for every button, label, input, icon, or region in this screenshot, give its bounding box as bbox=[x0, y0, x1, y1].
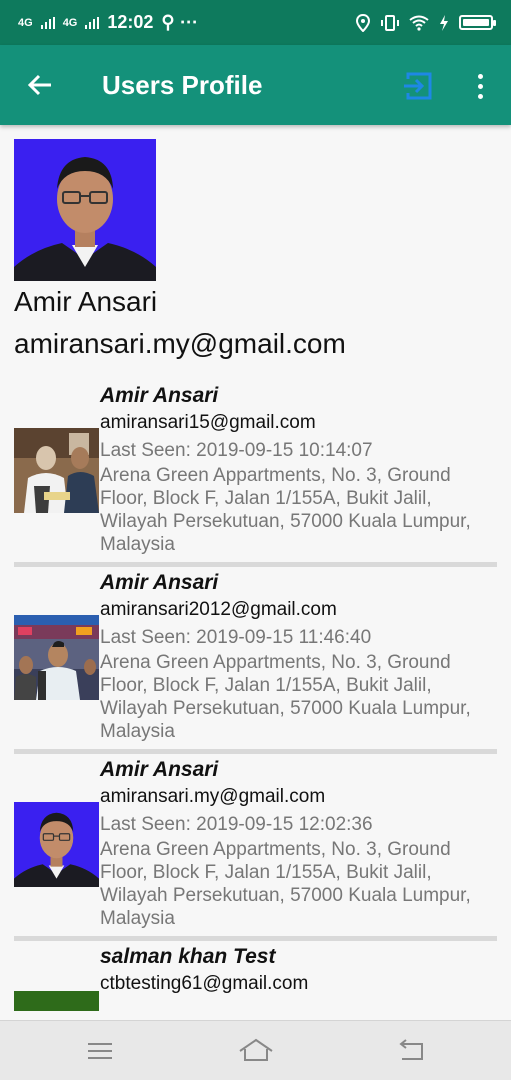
logout-icon bbox=[404, 72, 432, 100]
user-photo bbox=[14, 615, 99, 700]
signal-icon-2 bbox=[85, 16, 100, 29]
user-photo bbox=[14, 991, 99, 1011]
last-seen: Last Seen: 2019-09-15 10:14:07 bbox=[100, 440, 373, 461]
status-extra: ⚲ ⋯ bbox=[161, 12, 198, 32]
menu-icon bbox=[88, 1043, 112, 1059]
home-button[interactable] bbox=[236, 1035, 276, 1067]
list-item[interactable]: Amir Ansari amiransari2012@gmail.com Las… bbox=[14, 567, 497, 754]
menu-button[interactable] bbox=[80, 1035, 120, 1067]
list-item[interactable]: Amir Ansari amiransari15@gmail.com Last … bbox=[14, 380, 497, 567]
clock: 12:02 bbox=[107, 12, 154, 32]
user-photo bbox=[14, 802, 99, 887]
list-item[interactable]: Amir Ansari amiransari.my@gmail.com Last… bbox=[14, 754, 497, 941]
user-address: Arena Green Appartments, No. 3, Ground F… bbox=[100, 839, 471, 929]
profile-name: Amir Ansari bbox=[14, 286, 158, 317]
user-address: Arena Green Appartments, No. 3, Ground F… bbox=[100, 652, 471, 742]
back-nav-button[interactable] bbox=[390, 1035, 430, 1067]
more-options-button[interactable] bbox=[465, 69, 495, 103]
status-bar: 4G 4G 12:02 ⚲ ⋯ bbox=[0, 0, 511, 45]
profile-email: amiransari.my@gmail.com bbox=[14, 328, 346, 359]
charging-icon bbox=[440, 14, 448, 31]
user-name: Amir Ansari bbox=[100, 571, 219, 594]
profile-avatar bbox=[14, 139, 156, 281]
user-name: Amir Ansari bbox=[100, 384, 219, 407]
more-vert-icon-dot bbox=[477, 73, 483, 79]
more-vert-icon-dot bbox=[477, 83, 483, 89]
home-icon bbox=[239, 1038, 273, 1061]
back-button[interactable] bbox=[0, 45, 80, 125]
network-indicator-1: 4G bbox=[18, 16, 33, 29]
location-icon bbox=[355, 13, 371, 32]
user-email: amiransari2012@gmail.com bbox=[100, 599, 337, 620]
user-info: Amir Ansari amiransari15@gmail.com Last … bbox=[100, 382, 497, 556]
user-email: ctbtesting61@gmail.com bbox=[100, 973, 309, 994]
network-indicator-2: 4G bbox=[62, 16, 78, 29]
back-nav-icon bbox=[399, 1039, 423, 1060]
vibrate-icon bbox=[381, 14, 399, 31]
user-list[interactable]: Amir Ansari amiransari15@gmail.com Last … bbox=[14, 380, 497, 1080]
more-vert-icon-dot bbox=[477, 93, 483, 99]
user-name: salman khan Test bbox=[100, 945, 276, 968]
person-photo bbox=[14, 802, 99, 887]
group-photo bbox=[14, 428, 99, 513]
person-photo bbox=[14, 139, 156, 281]
wifi-icon bbox=[409, 15, 429, 31]
last-seen: Last Seen: 2019-09-15 12:02:36 bbox=[100, 814, 373, 835]
user-name: Amir Ansari bbox=[100, 758, 219, 781]
status-right bbox=[355, 13, 496, 32]
signal-icon bbox=[40, 16, 55, 29]
system-nav-bar bbox=[0, 1020, 511, 1080]
last-seen: Last Seen: 2019-09-15 11:46:40 bbox=[100, 627, 372, 648]
app-bar: Users Profile bbox=[0, 45, 511, 125]
user-photo bbox=[14, 428, 99, 513]
arrow-left-icon bbox=[27, 74, 51, 96]
user-info: Amir Ansari amiransari.my@gmail.com Last… bbox=[100, 756, 497, 930]
logout-button[interactable] bbox=[402, 69, 436, 103]
user-email: amiransari15@gmail.com bbox=[100, 412, 316, 433]
user-info: salman khan Test ctbtesting61@gmail.com bbox=[100, 943, 497, 1025]
airport-photo bbox=[14, 615, 99, 700]
status-left: 4G 4G 12:02 ⚲ ⋯ bbox=[18, 12, 198, 33]
battery-icon bbox=[459, 15, 496, 30]
page-title: Users Profile bbox=[102, 69, 263, 100]
user-info: Amir Ansari amiransari2012@gmail.com Las… bbox=[100, 569, 497, 743]
user-address: Arena Green Appartments, No. 3, Ground F… bbox=[100, 465, 471, 555]
user-email: amiransari.my@gmail.com bbox=[100, 786, 326, 807]
